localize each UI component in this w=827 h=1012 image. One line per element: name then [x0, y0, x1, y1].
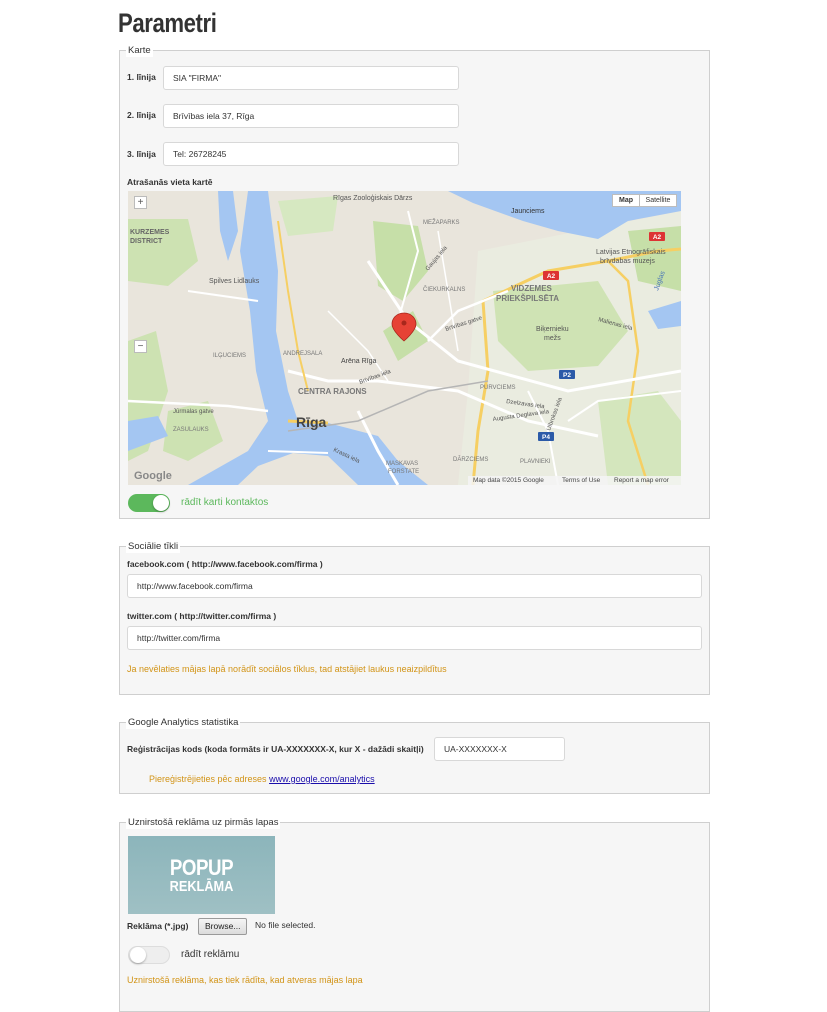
- map-label-jaunciems: Jaunciems: [511, 208, 545, 215]
- social-section: Sociālie tīkli facebook.com ( http://www…: [119, 540, 710, 695]
- twitter-input[interactable]: http://twitter.com/firma: [127, 626, 702, 650]
- map-label-riga: Rīga: [296, 414, 327, 430]
- facebook-label: facebook.com ( http://www.facebook.com/f…: [127, 559, 323, 569]
- map-label-ilguciems: ILĢUCIEMS: [213, 353, 246, 359]
- analytics-code-label: Reģistrācijas kods (koda formāts ir UA-X…: [127, 744, 424, 754]
- line-3-label: 3. līnija: [127, 149, 156, 159]
- map-label-andrejsala: ANDREJSALA: [283, 351, 322, 357]
- map-type-satellite-button[interactable]: Satellite: [639, 194, 677, 207]
- map-label-zasulauks: ZASULAUKS: [173, 427, 209, 433]
- map-label-purvciems: PURVCIEMS: [480, 385, 516, 391]
- file-status: No file selected.: [255, 920, 316, 930]
- map-section-legend: Karte: [126, 44, 153, 57]
- map-label-maskavas-1: MASKAVAS: [386, 461, 418, 467]
- road-shield-a2-top-label: A2: [653, 234, 662, 241]
- analytics-code-input[interactable]: UA-XXXXXXX-X: [434, 737, 565, 761]
- line-2-label: 2. līnija: [127, 110, 156, 120]
- twitter-label: twitter.com ( http://twitter.com/firma ): [127, 611, 277, 621]
- social-section-legend: Sociālie tīkli: [126, 540, 181, 553]
- location-map[interactable]: Rīgas Zooloģiskais Dārzs Jaunciems MEŽAP…: [128, 191, 681, 485]
- analytics-register-line: Piereģistrējieties pēc adreses www.googl…: [149, 774, 375, 784]
- map-label-ciekurkalns: ČIEKURKALNS: [423, 286, 465, 293]
- analytics-section-legend: Google Analytics statistika: [126, 716, 241, 729]
- map-canvas[interactable]: Rīgas Zooloģiskais Dārzs Jaunciems MEŽAP…: [128, 191, 681, 485]
- show-map-toggle-label: rādīt karti kontaktos: [181, 497, 269, 508]
- map-label-zoo: Rīgas Zooloģiskais Dārzs: [333, 194, 413, 202]
- map-label-priekspilseta: PRIEKŠPILSĒTA: [496, 294, 559, 303]
- road-shield-p2-label: P2: [563, 372, 571, 379]
- map-label-bikernieku-1: Biķernieku: [536, 326, 569, 333]
- popup-section: Uznirstošā reklāma uz pirmās lapas POPUP…: [119, 816, 710, 1012]
- map-label-mezaparks: MEŽAPARKS: [423, 218, 460, 226]
- page-title: Parametri: [118, 8, 217, 38]
- map-location-label: Atrašanās vieta kartē: [127, 177, 213, 187]
- road-shield-a2-mid-label: A2: [547, 273, 556, 280]
- road-label-jurmalas: Jūrmalas gatve: [173, 409, 214, 415]
- popup-hint: Uznirstošā reklāma, kas tiek rādīta, kad…: [127, 975, 363, 985]
- map-terms-link[interactable]: Terms of Use: [562, 477, 600, 484]
- popup-file-label: Reklāma (*.jpg): [127, 921, 189, 931]
- map-label-ethno-1: Latvijas Etnogrāfiskais: [596, 249, 666, 256]
- toggle-knob: [130, 947, 146, 963]
- analytics-register-link[interactable]: www.google.com/analytics: [269, 774, 375, 784]
- map-label-plavnieki: PLAVNIEKI: [520, 459, 551, 465]
- map-label-bikernieku-2: mežs: [544, 335, 561, 342]
- show-map-toggle[interactable]: [128, 494, 170, 512]
- zoom-in-button[interactable]: +: [134, 196, 147, 209]
- analytics-register-text: Piereģistrējieties pēc adreses: [149, 774, 267, 784]
- map-label-arena: Arēna Rīga: [341, 358, 377, 365]
- map-label-maskavas-2: FORSTATE: [388, 469, 419, 475]
- map-label-centra: CENTRA RAJONS: [298, 387, 367, 396]
- popup-image-line-2: REKLĀMA: [169, 878, 234, 895]
- map-label-ethno-2: brīvdabas muzejs: [600, 258, 655, 265]
- google-logo: Google: [134, 470, 172, 482]
- map-label-vidzemes: VIDZEMES: [511, 284, 553, 293]
- toggle-knob: [153, 495, 169, 511]
- browse-button[interactable]: Browse...: [198, 918, 248, 935]
- facebook-input[interactable]: http://www.facebook.com/firma: [127, 574, 702, 598]
- show-popup-toggle-label: rādīt reklāmu: [181, 949, 240, 960]
- show-popup-toggle[interactable]: [128, 946, 170, 964]
- line-1-input[interactable]: SIA "FIRMA": [163, 66, 459, 90]
- analytics-section: Google Analytics statistika Reģistrācija…: [119, 716, 710, 794]
- map-label-district: DISTRICT: [130, 238, 163, 245]
- map-data-attribution: Map data ©2015 Google: [473, 477, 544, 484]
- zoom-out-button[interactable]: −: [134, 340, 147, 353]
- line-3-input[interactable]: Tel: 26728245: [163, 142, 459, 166]
- popup-preview-image: POPUP REKLĀMA: [128, 836, 275, 914]
- map-label-spilve: Spilves Lidlauks: [209, 278, 260, 285]
- line-1-label: 1. līnija: [127, 72, 156, 82]
- map-section: Karte 1. līnija SIA "FIRMA" 2. līnija Br…: [119, 44, 710, 519]
- line-2-input[interactable]: Brīvības iela 37, Rīga: [163, 104, 459, 128]
- map-label-darzciems: DĀRZCIEMS: [453, 456, 488, 463]
- road-shield-p4-label: P4: [542, 434, 550, 441]
- map-type-map-button[interactable]: Map: [612, 194, 640, 207]
- social-hint: Ja nevēlaties mājas lapā norādīt sociālo…: [127, 664, 447, 674]
- popup-section-legend: Uznirstošā reklāma uz pirmās lapas: [126, 816, 281, 829]
- map-label-kurzemes: KURZEMES: [130, 229, 170, 236]
- map-report-error-link[interactable]: Report a map error: [614, 477, 669, 484]
